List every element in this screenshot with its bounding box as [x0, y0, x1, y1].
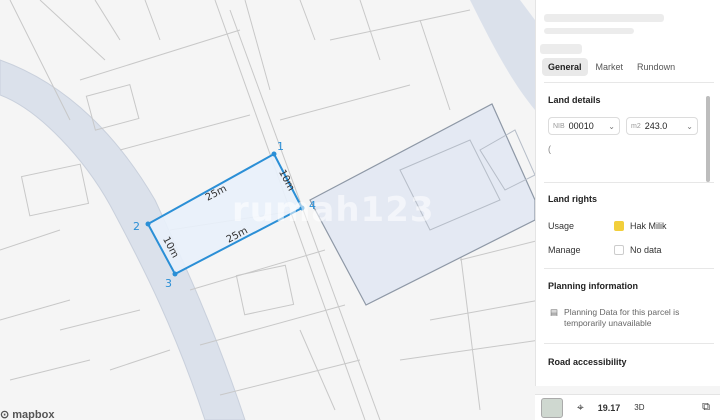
- manage-row: Manage No data: [548, 245, 662, 255]
- blurred-header: [540, 44, 582, 54]
- vertex-3: [172, 271, 178, 277]
- satellite-toggle[interactable]: [541, 397, 563, 418]
- tab-market[interactable]: Market: [590, 58, 630, 76]
- tab-bar: General Market Rundown: [542, 58, 681, 76]
- crosshair-icon[interactable]: ⌖: [577, 400, 584, 415]
- vertex-1: [271, 151, 277, 157]
- chevron-down-icon: ⌄: [608, 121, 615, 131]
- watermark: rumah123: [232, 190, 435, 230]
- divider: [544, 182, 714, 183]
- nib-prefix: NIB: [553, 122, 565, 130]
- manage-swatch: [614, 245, 624, 255]
- planning-note: ▤ Planning Data for this parcel is tempo…: [550, 307, 710, 329]
- tab-general[interactable]: General: [542, 58, 588, 76]
- area-value: 243.0: [644, 121, 668, 131]
- blurred-header: [544, 14, 664, 22]
- divider: [544, 268, 714, 269]
- land-rights-title: Land rights: [548, 194, 597, 204]
- blurred-header: [544, 28, 634, 34]
- vertex-2: [145, 221, 151, 227]
- mapbox-attribution[interactable]: ⊙ mapbox: [0, 408, 54, 420]
- zoom-level: 19.17: [597, 402, 621, 413]
- planning-title: Planning information: [548, 281, 638, 291]
- manage-label: Manage: [548, 245, 581, 255]
- nib-select[interactable]: NIB 00010 ⌄: [548, 117, 620, 135]
- divider: [544, 82, 714, 83]
- usage-value: Hak Milik: [630, 221, 667, 231]
- land-details-extra: (: [548, 144, 551, 154]
- area-select[interactable]: m2 243.0 ⌄: [626, 117, 698, 135]
- share-icon[interactable]: ⧉: [702, 401, 710, 414]
- land-details-title: Land details: [548, 95, 601, 105]
- usage-swatch: [614, 221, 624, 231]
- vertex-label-4: 4: [309, 199, 316, 212]
- 3d-toggle[interactable]: 3D: [634, 403, 644, 412]
- document-icon: ▤: [550, 307, 559, 317]
- usage-label: Usage: [548, 221, 575, 231]
- vertex-label-1: 1: [277, 140, 284, 153]
- area-prefix: m2: [631, 122, 641, 130]
- nib-value: 00010: [568, 121, 594, 131]
- manage-value: No data: [630, 245, 662, 255]
- panel-scrollbar[interactable]: [706, 96, 710, 182]
- usage-row: Usage Hak Milik: [548, 221, 667, 231]
- tab-rundown[interactable]: Rundown: [631, 58, 681, 76]
- map-toolbar: ⌖ 19.17 3D ⧉: [535, 394, 720, 420]
- attribution-text: mapbox: [12, 409, 55, 420]
- road-accessibility-title: Road accessibility: [548, 357, 627, 367]
- vertex-label-2: 2: [133, 220, 140, 233]
- vertex-label-3: 3: [165, 277, 172, 290]
- parcel-panel: General Market Rundown Land details NIB …: [535, 0, 720, 386]
- planning-note-text: Planning Data for this parcel is tempora…: [564, 307, 680, 328]
- divider: [544, 343, 714, 344]
- chevron-down-icon: ⌄: [686, 121, 693, 131]
